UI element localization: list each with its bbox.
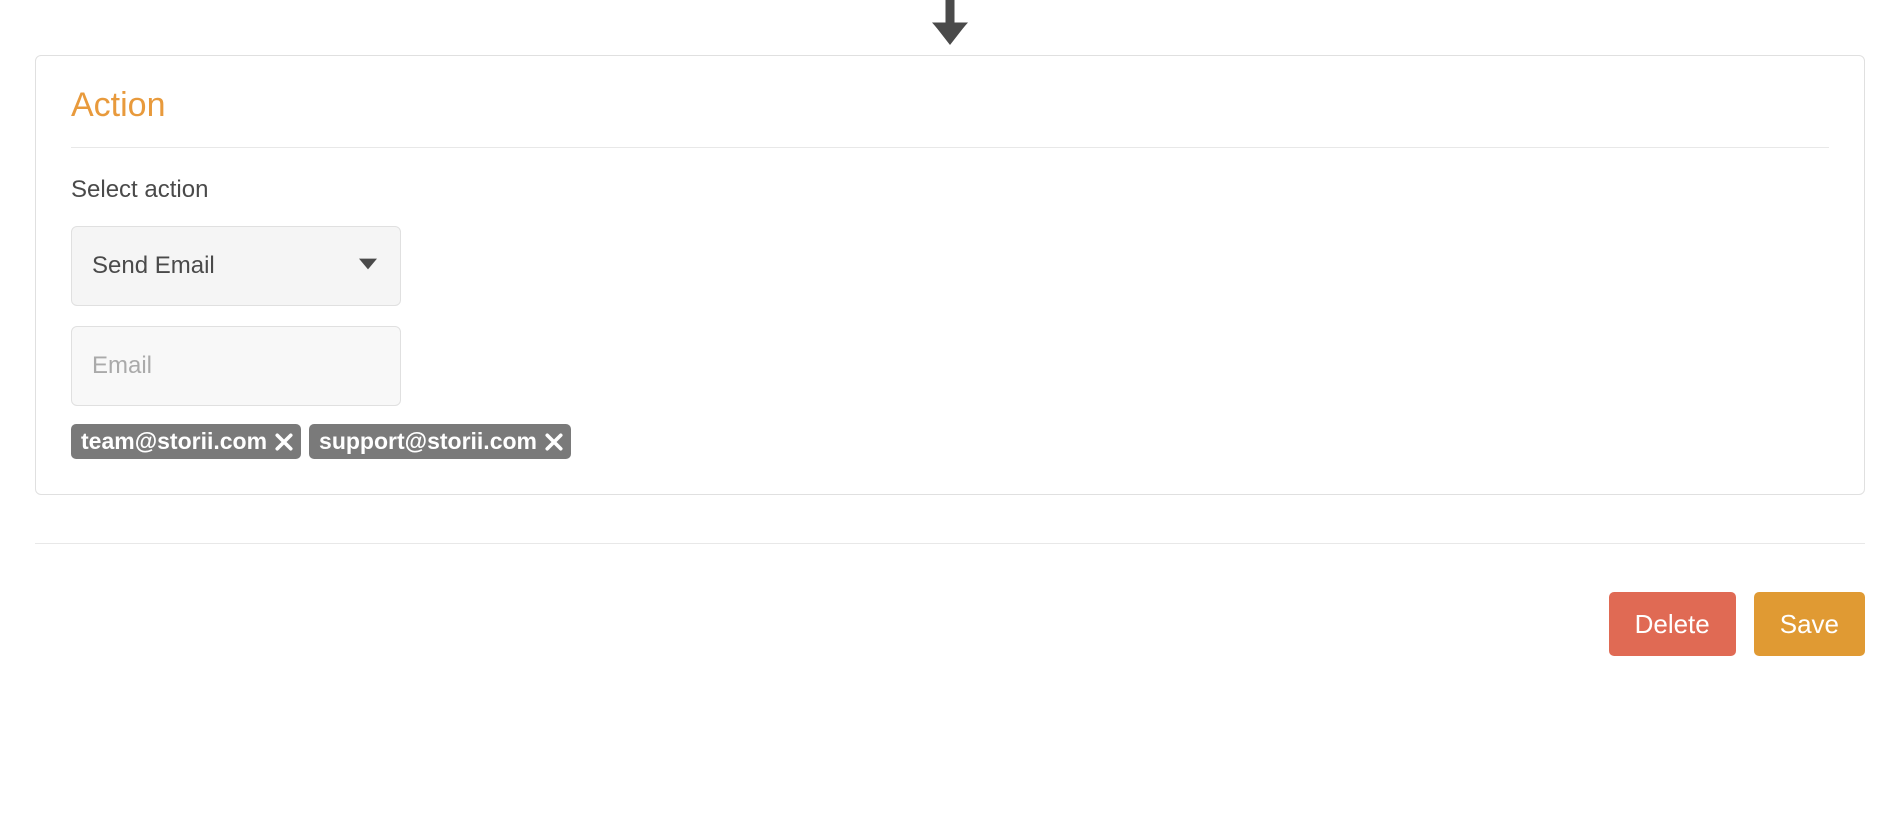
- delete-button[interactable]: Delete: [1609, 592, 1736, 656]
- close-icon[interactable]: [545, 433, 563, 451]
- email-input-row: [71, 326, 401, 406]
- close-icon[interactable]: [275, 433, 293, 451]
- email-chip-label: team@storii.com: [81, 428, 267, 455]
- email-chip: support@storii.com: [309, 424, 571, 459]
- footer-buttons: Delete Save: [35, 592, 1865, 656]
- action-card: Action Select action Send Email team@sto…: [35, 55, 1865, 495]
- divider: [35, 543, 1865, 544]
- email-chip: team@storii.com: [71, 424, 301, 459]
- save-button[interactable]: Save: [1754, 592, 1865, 656]
- email-input[interactable]: [72, 327, 401, 405]
- email-chips: team@storii.com support@storii.com: [71, 424, 1829, 459]
- action-select[interactable]: Send Email: [71, 226, 401, 306]
- action-select-value[interactable]: Send Email: [71, 226, 401, 306]
- email-chip-label: support@storii.com: [319, 428, 537, 455]
- action-title: Action: [71, 86, 1829, 148]
- select-action-label: Select action: [71, 176, 1829, 204]
- arrow-down-icon: [0, 0, 1900, 55]
